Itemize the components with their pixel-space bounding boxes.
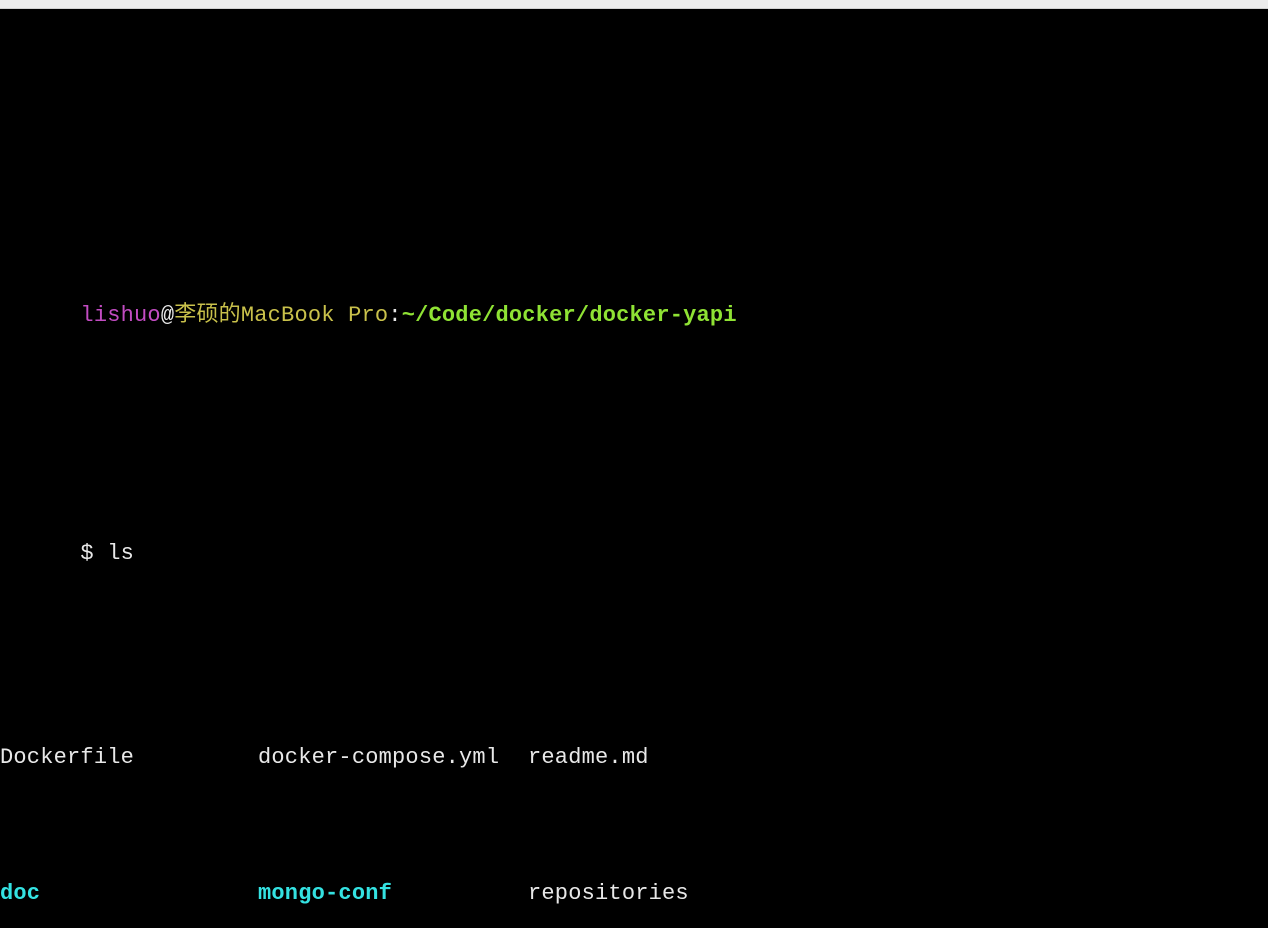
- prompt-colon: :: [388, 303, 401, 328]
- ls-item: Dockerfile: [0, 741, 258, 775]
- ls-dir: mongo-conf: [258, 877, 528, 911]
- prompt-path: ~/Code/docker/docker-yapi: [402, 303, 737, 328]
- cmd-text: ls: [107, 541, 134, 566]
- ls-row-1: Dockerfile docker-compose.yml readme.md: [0, 741, 1268, 775]
- terminal[interactable]: lishuo@李硕的MacBook Pro:~/Code/docker/dock…: [0, 9, 1268, 928]
- ps1: $: [80, 541, 107, 566]
- prompt-at: @: [161, 303, 174, 328]
- ls-item: readme.md: [528, 741, 649, 775]
- cmd-ls: $ ls: [0, 503, 1268, 605]
- prompt-line-1: lishuo@李硕的MacBook Pro:~/Code/docker/dock…: [0, 265, 1268, 367]
- ls-item: repositories: [528, 877, 689, 911]
- ls-dir: doc: [0, 877, 258, 911]
- prompt-user: lishuo: [80, 303, 160, 328]
- ls-item: docker-compose.yml: [258, 741, 528, 775]
- ls-row-2: doc mongo-conf repositories: [0, 877, 1268, 911]
- prompt-host: 李硕的MacBook Pro: [174, 303, 388, 328]
- window-chrome: [0, 0, 1268, 9]
- spacer: [0, 111, 1268, 129]
